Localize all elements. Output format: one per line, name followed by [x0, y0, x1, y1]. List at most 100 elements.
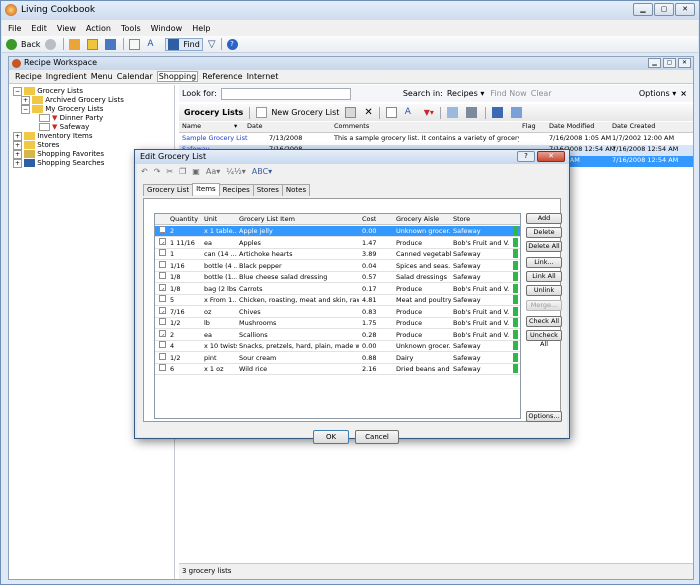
menu-edit[interactable]: Edit — [31, 24, 47, 33]
item-row[interactable]: 1 can (14 ... Artichoke hearts 3.89 Canned v… — [155, 249, 520, 260]
close-search-icon[interactable]: × — [680, 89, 687, 98]
col-quantity[interactable]: Quantity — [170, 214, 198, 225]
font-icon[interactable]: Aa▾ — [206, 167, 220, 176]
item-checkbox[interactable] — [159, 249, 166, 256]
new-grocery-list-button[interactable]: New Grocery List — [256, 107, 339, 118]
tab-shopping[interactable]: Shopping — [156, 71, 199, 82]
item-row[interactable]: ✓ 1 11/16 ea Apples 1.47 Produce Bob's Fruit a… — [155, 237, 520, 249]
clear-button[interactable]: Clear — [531, 89, 552, 98]
menu-window[interactable]: Window — [151, 24, 183, 33]
tab-recipe[interactable]: Recipe — [15, 72, 42, 81]
export-icon[interactable] — [491, 107, 503, 118]
menu-help[interactable]: Help — [192, 24, 210, 33]
merge-button[interactable]: Merge... — [526, 300, 562, 311]
find-now-button[interactable]: Find Now — [490, 89, 526, 98]
item-row[interactable]: 2 x 1 table... Apple jelly 0.00 Unknown groc… — [155, 226, 520, 237]
preview-icon[interactable] — [446, 107, 458, 118]
tree-item-safeway[interactable]: ▼ Safeway — [39, 123, 89, 131]
find-button[interactable]: Find — [165, 37, 203, 51]
col-date-modified[interactable]: Date Modified — [549, 122, 594, 130]
share-icon[interactable] — [510, 107, 522, 118]
item-checkbox[interactable] — [159, 352, 166, 360]
tree-item-grocery-lists[interactable]: − Grocery Lists — [13, 87, 83, 96]
tab-stores[interactable]: Stores — [252, 184, 283, 196]
copy-icon[interactable]: ❐ — [179, 167, 186, 176]
item-checkbox[interactable]: ✓ — [159, 237, 166, 245]
item-checkbox[interactable] — [159, 226, 166, 233]
item-row[interactable]: 6 x 1 oz Wild rice 2.16 Dried beans and ...S… — [155, 364, 520, 375]
add-button[interactable]: Add — [526, 213, 562, 224]
options-dropdown[interactable]: Options ▾ — [639, 89, 676, 98]
tree-item-archived-grocery-lists[interactable]: + Archived Grocery Lists — [21, 96, 124, 105]
tab-internet[interactable]: Internet — [247, 72, 279, 81]
menu-file[interactable]: File — [8, 24, 21, 33]
paste-icon[interactable]: ▣ — [192, 167, 200, 176]
col-date-created[interactable]: Date Created — [612, 122, 655, 130]
tree-item-stores[interactable]: + Stores — [13, 141, 59, 150]
tree-item-shopping-favorites[interactable]: + Shopping Favorites — [13, 150, 104, 159]
item-row[interactable]: ✓ 1/8 bag (2 lbs) Carrots 0.17 Produce Bob's F… — [155, 283, 520, 295]
tab-calendar[interactable]: Calendar — [117, 72, 153, 81]
sort-icon[interactable]: A — [147, 39, 158, 50]
search-scope-dropdown[interactable]: Recipes ▾ — [447, 89, 484, 98]
delete-icon[interactable]: ✕ — [364, 107, 372, 118]
uncheck-all-button[interactable]: Uncheck All — [526, 330, 562, 348]
col-store[interactable]: Store — [453, 214, 470, 225]
col-unit[interactable]: Unit — [204, 214, 217, 225]
col-grocery-aisle[interactable]: Grocery Aisle — [396, 214, 439, 225]
dialog-close-button[interactable]: ✕ — [537, 151, 565, 162]
sort-icon[interactable]: A — [405, 107, 416, 118]
item-checkbox[interactable] — [159, 318, 166, 325]
link-button[interactable]: Link... — [526, 257, 562, 268]
workspace-minimize-button[interactable]: ▁ — [648, 58, 661, 68]
tab-reference[interactable]: Reference — [202, 72, 242, 81]
item-checkbox[interactable] — [159, 364, 166, 371]
look-for-input[interactable] — [220, 87, 351, 100]
print-icon[interactable] — [465, 107, 477, 118]
table-row[interactable]: Sample Grocery List 7/13/2008 This a sam… — [179, 134, 693, 145]
cancel-button[interactable]: Cancel — [355, 430, 399, 444]
filter-icon[interactable]: ▽ — [208, 39, 216, 50]
item-row[interactable]: ✓ 7/16 oz Chives 0.83 Produce Bob's Fruit and … — [155, 306, 520, 318]
properties-icon[interactable] — [385, 107, 397, 118]
tree-item-my-grocery-lists[interactable]: − My Grocery Lists — [21, 105, 103, 114]
flag-dropdown-icon[interactable]: ▼▾ — [424, 108, 434, 117]
workspace-icon[interactable] — [87, 38, 99, 50]
item-row[interactable]: 1/2 lb Mushrooms 1.75 Produce Bob's Fruit and… — [155, 318, 520, 329]
col-cost[interactable]: Cost — [362, 214, 376, 225]
item-checkbox[interactable]: ✓ — [159, 283, 166, 291]
panel-icon[interactable] — [105, 38, 117, 50]
tab-items[interactable]: Items — [192, 183, 220, 195]
col-flag[interactable]: Flag — [522, 122, 536, 130]
menu-tools[interactable]: Tools — [121, 24, 141, 33]
link-all-button[interactable]: Link All — [526, 271, 562, 282]
item-checkbox[interactable] — [159, 260, 166, 268]
check-all-button[interactable]: Check All — [526, 316, 562, 327]
help-icon[interactable]: ? — [226, 38, 238, 50]
item-row[interactable]: 4 x 10 twists Snacks, pretzels, hard, plai… — [155, 341, 520, 352]
back-button[interactable]: Back — [6, 38, 40, 50]
workspace-close-button[interactable]: ✕ — [678, 58, 691, 68]
tab-grocery-list[interactable]: Grocery List — [143, 184, 194, 196]
document-icon[interactable] — [129, 38, 141, 50]
edit-icon[interactable] — [345, 107, 357, 118]
item-checkbox[interactable] — [159, 272, 166, 279]
col-date[interactable]: Date — [247, 122, 263, 130]
workspace-restore-button[interactable]: ▢ — [663, 58, 676, 68]
item-checkbox[interactable] — [159, 341, 166, 348]
minimize-button[interactable]: ▁ — [633, 3, 653, 16]
tab-ingredient[interactable]: Ingredient — [46, 72, 87, 81]
delete-button[interactable]: Delete — [526, 227, 562, 238]
item-checkbox[interactable]: ✓ — [159, 329, 166, 337]
item-row[interactable]: 1/16 bottle (4 ... Black pepper 0.04 Spices … — [155, 260, 520, 272]
close-button[interactable]: ✕ — [675, 3, 695, 16]
ok-button[interactable]: OK — [313, 430, 349, 444]
unlink-button[interactable]: Unlink — [526, 285, 562, 296]
col-comments[interactable]: Comments — [334, 122, 369, 130]
tree-item-inventory-items[interactable]: + Inventory Items — [13, 132, 93, 141]
tab-menu[interactable]: Menu — [91, 72, 113, 81]
delete-all-button[interactable]: Delete All — [526, 241, 562, 252]
menu-action[interactable]: Action — [86, 24, 111, 33]
tree-item-shopping-searches[interactable]: + Shopping Searches — [13, 159, 104, 168]
item-checkbox[interactable] — [159, 295, 166, 302]
